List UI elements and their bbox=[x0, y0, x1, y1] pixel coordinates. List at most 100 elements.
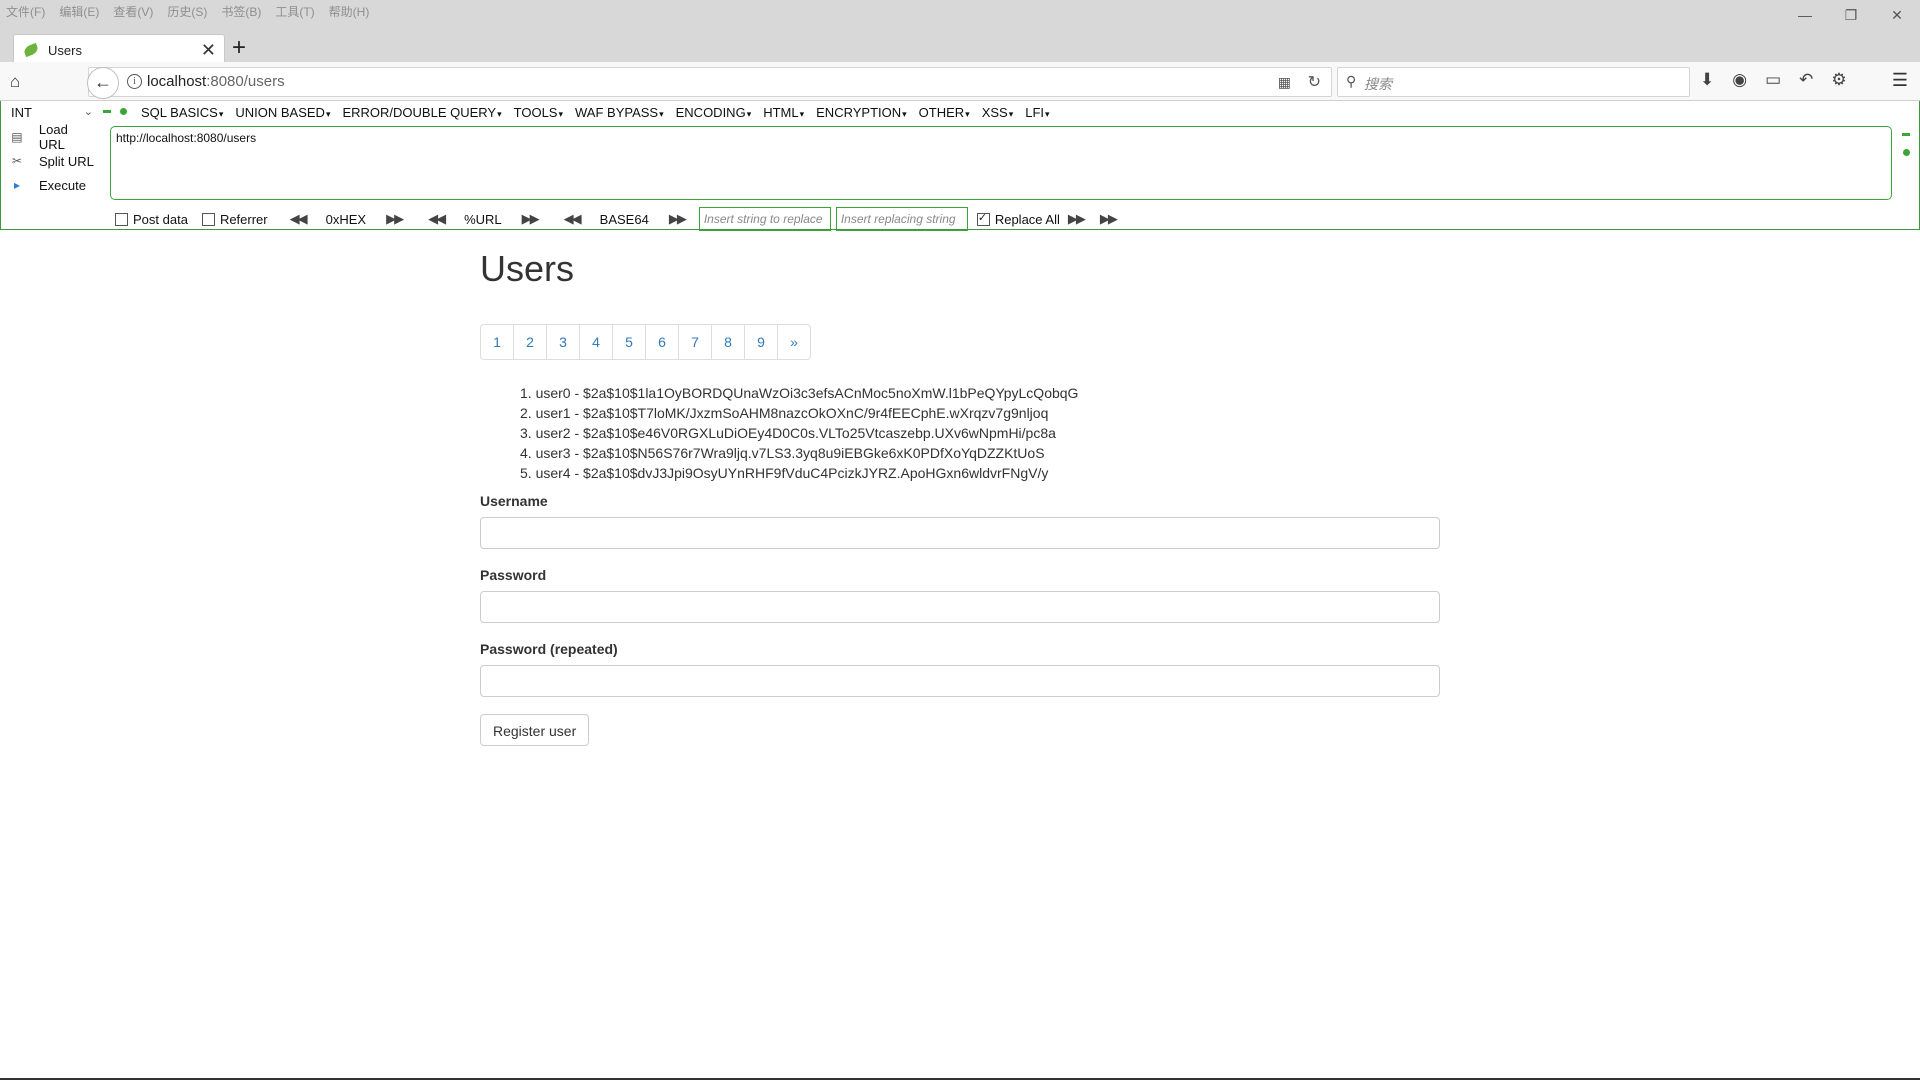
referrer-label: Referrer bbox=[219, 211, 268, 227]
status-dot-right[interactable] bbox=[1903, 149, 1910, 156]
new-tab-button[interactable]: + bbox=[232, 34, 246, 62]
tab-title: Users bbox=[48, 42, 82, 58]
menu-lfi[interactable]: LFI bbox=[1025, 105, 1049, 120]
base64-decode-arrow-icon[interactable]: ◀◀ bbox=[564, 211, 582, 227]
menu-union-based[interactable]: UNION BASED bbox=[235, 105, 330, 120]
menu-waf-bypass[interactable]: WAF BYPASS bbox=[575, 105, 664, 120]
hackbar-type-select[interactable]: INT ⌄ bbox=[11, 105, 93, 121]
execute-icon: ▸ bbox=[13, 178, 21, 192]
search-box[interactable]: ⚲ 搜索 bbox=[1337, 67, 1690, 97]
page-link-5[interactable]: 5 bbox=[613, 325, 646, 359]
menu-bar: 文件(F) 编辑(E) 查看(V) 历史(S) 书签(B) 工具(T) 帮助(H… bbox=[6, 3, 369, 21]
search-placeholder: 搜索 bbox=[1364, 76, 1392, 92]
undo-icon[interactable]: ↶ bbox=[1799, 70, 1813, 90]
sidebar-icon[interactable]: ▭ bbox=[1765, 70, 1781, 90]
home-icon[interactable]: ⌂ bbox=[10, 72, 20, 92]
browser-tab[interactable]: Users ✕ bbox=[13, 34, 225, 65]
load-url-button[interactable]: ▤ Load URL bbox=[9, 122, 97, 152]
page-link-1[interactable]: 1 bbox=[481, 325, 514, 359]
menu-history[interactable]: 历史(S) bbox=[167, 3, 207, 21]
url-bar[interactable]: ← i localhost:8080/users ▦ ↻ bbox=[87, 67, 1332, 99]
pagination: 1 2 3 4 5 6 7 8 9 » bbox=[480, 324, 811, 360]
execute-label: Execute bbox=[39, 177, 86, 193]
menu-encoding[interactable]: ENCODING bbox=[676, 105, 752, 120]
page-link-9[interactable]: 9 bbox=[745, 325, 778, 359]
replace-string-input[interactable]: Insert string to replace bbox=[698, 207, 831, 231]
hackbar-panel: INT ⌄ SQL BASICS UNION BASED ERROR/DOUBL… bbox=[0, 101, 1920, 231]
page-link-4[interactable]: 4 bbox=[580, 325, 613, 359]
sync-icon[interactable]: ◉ bbox=[1732, 70, 1747, 90]
page-link-8[interactable]: 8 bbox=[712, 325, 745, 359]
username-label: Username bbox=[480, 493, 548, 509]
replace-all-checkbox[interactable] bbox=[976, 211, 990, 226]
url-host: localhost bbox=[147, 73, 207, 90]
page-link-2[interactable]: 2 bbox=[514, 325, 547, 359]
menu-error-double-query[interactable]: ERROR/DOUBLE QUERY bbox=[342, 105, 501, 120]
menu-bookmarks[interactable]: 书签(B) bbox=[221, 3, 261, 21]
list-item: 2. user1 - $2a$10$T7loMK/JxzmSoAHM8nazcO… bbox=[520, 405, 1049, 421]
menu-tools[interactable]: TOOLS bbox=[514, 105, 563, 120]
menu-other[interactable]: OTHER bbox=[919, 105, 970, 120]
menu-help[interactable]: 帮助(H) bbox=[329, 3, 370, 21]
register-user-button[interactable]: Register user bbox=[480, 714, 590, 746]
search-icon: ⚲ bbox=[1346, 73, 1357, 89]
load-url-icon: ▤ bbox=[11, 130, 23, 144]
close-icon[interactable]: ✕ bbox=[1874, 4, 1920, 26]
execute-button[interactable]: ▸ Execute bbox=[9, 173, 97, 197]
base64-encode-arrow-icon[interactable]: ▶▶ bbox=[669, 211, 687, 227]
menu-view[interactable]: 查看(V) bbox=[113, 3, 153, 21]
page-link-7[interactable]: 7 bbox=[679, 325, 712, 359]
menu-edit[interactable]: 编辑(E) bbox=[59, 3, 99, 21]
url-text[interactable]: localhost:8080/users bbox=[147, 73, 285, 90]
hamburger-menu-icon[interactable]: ☰ bbox=[1892, 70, 1908, 91]
split-url-button[interactable]: ✂ Split URL bbox=[9, 149, 97, 173]
hackbar-url-textarea[interactable]: http://localhost:8080/users bbox=[110, 126, 1892, 200]
menu-xss[interactable]: XSS bbox=[982, 105, 1014, 120]
download-icon[interactable]: ⬇ bbox=[1700, 70, 1714, 90]
menu-encryption[interactable]: ENCRYPTION bbox=[816, 105, 907, 120]
collapse-toggle[interactable] bbox=[1902, 133, 1910, 136]
referrer-checkbox[interactable] bbox=[201, 212, 215, 226]
hex-encode-arrow-icon[interactable]: ▶▶ bbox=[386, 211, 404, 227]
post-data-label: Post data bbox=[133, 211, 188, 227]
post-data-checkbox[interactable] bbox=[115, 212, 128, 226]
hackbar-menu: SQL BASICS UNION BASED ERROR/DOUBLE QUER… bbox=[141, 105, 1050, 120]
minimize-icon[interactable]: — bbox=[1782, 4, 1828, 26]
tab-close-icon[interactable]: ✕ bbox=[201, 41, 216, 59]
hex-decode-arrow-icon[interactable]: ◀◀ bbox=[290, 211, 308, 227]
replace-back-arrow-icon[interactable]: ▶▶ bbox=[1100, 211, 1118, 227]
url-decode-arrow-icon[interactable]: ◀◀ bbox=[428, 211, 446, 227]
chevron-down-icon: ⌄ bbox=[83, 106, 93, 118]
menu-html[interactable]: HTML bbox=[763, 105, 804, 120]
password-repeat-label: Password (repeated) bbox=[480, 641, 618, 657]
base64-label: BASE64 bbox=[599, 211, 649, 227]
menu-sql-basics[interactable]: SQL BASICS bbox=[141, 105, 223, 120]
qr-code-icon[interactable]: ▦ bbox=[1278, 74, 1291, 91]
nav-bar: ⌂ ← i localhost:8080/users ▦ ↻ ⚲ 搜索 ⬇ ◉ … bbox=[0, 62, 1920, 101]
page-link-next[interactable]: » bbox=[778, 325, 810, 359]
list-item: 4. user3 - $2a$10$N56S76r7Wra9ljq.v7LS3.… bbox=[520, 445, 1045, 461]
extension-icon[interactable]: ⚙ bbox=[1831, 70, 1846, 90]
hackbar-actions: ▤ Load URL ✂ Split URL ▸ Execute bbox=[9, 122, 97, 197]
split-url-label: Split URL bbox=[39, 153, 94, 169]
minimize-toggle[interactable] bbox=[103, 110, 111, 113]
info-icon[interactable]: i bbox=[127, 74, 142, 89]
replace-arrow-icon[interactable]: ▶▶ bbox=[1068, 211, 1086, 227]
split-url-icon: ✂ bbox=[11, 154, 23, 168]
restore-icon[interactable]: ❐ bbox=[1828, 4, 1874, 26]
page-link-6[interactable]: 6 bbox=[646, 325, 679, 359]
page-link-3[interactable]: 3 bbox=[547, 325, 580, 359]
menu-file[interactable]: 文件(F) bbox=[6, 3, 45, 21]
back-icon[interactable]: ← bbox=[87, 67, 119, 99]
status-dot[interactable] bbox=[120, 108, 127, 115]
username-field[interactable] bbox=[480, 517, 1440, 549]
replacing-string-input[interactable]: Insert replacing string bbox=[835, 207, 968, 231]
list-item: 1. user0 - $2a$10$1la1OyBORDQUnaWzOi3c3e… bbox=[520, 385, 1079, 401]
reload-icon[interactable]: ↻ bbox=[1308, 72, 1321, 92]
password-repeat-field[interactable] bbox=[480, 665, 1440, 697]
replace-all-label: Replace All bbox=[994, 211, 1060, 227]
password-label: Password bbox=[480, 567, 547, 583]
menu-tools[interactable]: 工具(T) bbox=[275, 3, 314, 21]
password-field[interactable] bbox=[480, 591, 1440, 623]
url-encode-arrow-icon[interactable]: ▶▶ bbox=[522, 211, 540, 227]
